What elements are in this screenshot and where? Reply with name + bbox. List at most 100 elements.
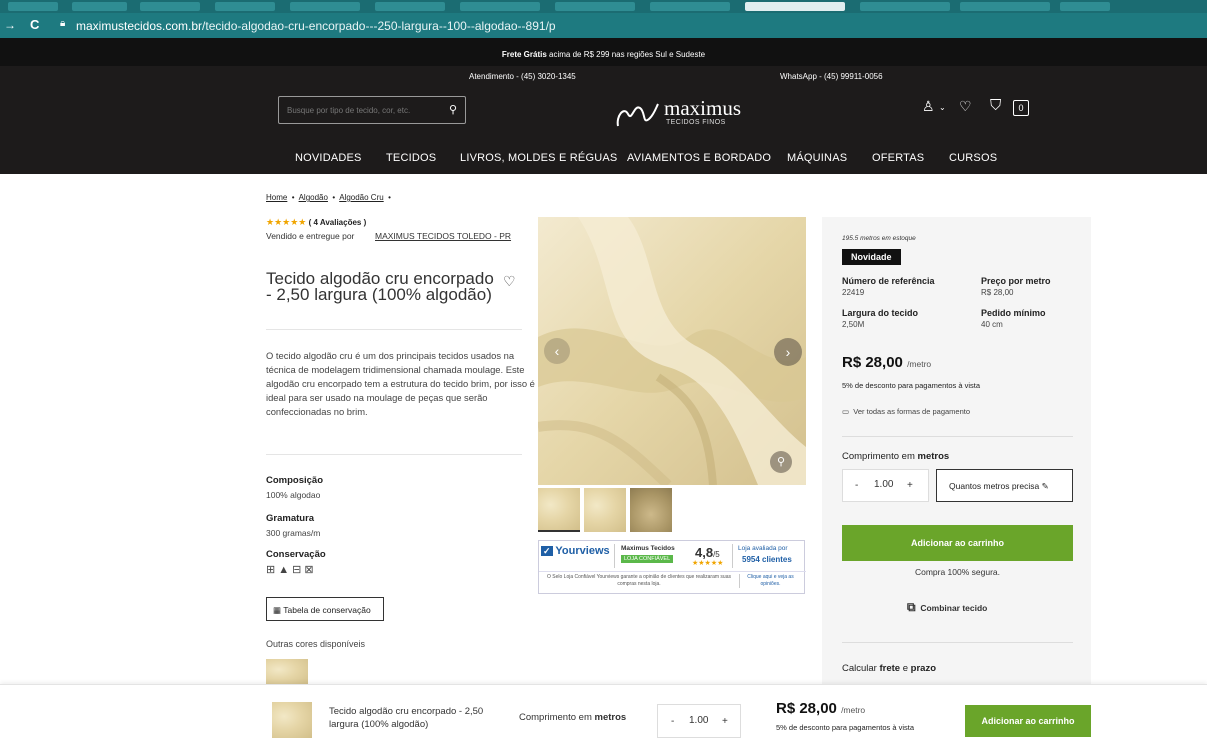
add-to-cart-button[interactable]: Adicionar ao carrinho [842, 525, 1073, 561]
new-badge: Novidade [842, 249, 901, 265]
nav-aviamentos[interactable]: AVIAMENTOS E BORDADO [627, 152, 771, 164]
whatsapp-contact[interactable]: WhatsApp - (45) 99911-0056 [780, 72, 883, 81]
search-input[interactable]: Busque por tipo de tecido, cor, etc. ⚲ [278, 96, 466, 124]
yourviews-stars-icon: ★★★★★ [692, 560, 724, 567]
yourviews-store: Maximus Tecidos [621, 545, 675, 552]
qty-minus-button[interactable]: - [855, 480, 858, 491]
ruler-icon: ✎ [1041, 481, 1049, 491]
top-info-bar: Frete Grátis acima de R$ 299 nas regiões… [0, 38, 1207, 66]
sticky-discount-text: 5% de desconto para pagamentos à vista [776, 723, 915, 732]
prev-image-button[interactable]: ‹ [544, 338, 570, 364]
sticky-product-title: Tecido algodão cru encorpado - 2,50 larg… [329, 706, 484, 730]
product-image[interactable]: ‹ › ⚲ [538, 217, 806, 485]
chevron-down-icon[interactable]: ⌄ [939, 103, 946, 112]
other-colors-label: Outras cores disponíveis [266, 639, 366, 649]
care-table-button[interactable]: ▦ Tabela de conservação [266, 597, 384, 621]
lock-icon[interactable]: 🔒︎ [60, 18, 65, 29]
search-icon[interactable]: ⚲ [449, 103, 457, 116]
combine-fabric-button[interactable]: ⧉ Combinar tecido [907, 600, 987, 615]
yourviews-seal: LOJA CONFIÁVEL [621, 555, 674, 563]
divider [842, 436, 1073, 437]
yourviews-footer-link[interactable]: Clique aqui e veja as opiniões. [739, 574, 801, 588]
thumbnail-2[interactable] [584, 488, 626, 532]
rating-count: ( 4 Avaliações ) [308, 218, 367, 227]
logo-tagline: TECIDOS FINOS [666, 119, 726, 126]
user-icon[interactable]: ♙ [922, 98, 935, 115]
price-per-label: Preço por metro [981, 276, 1051, 286]
weight-value: 300 gramas/m [266, 528, 321, 538]
qty-value[interactable]: 1.00 [874, 479, 893, 490]
nav-cursos[interactable]: CURSOS [949, 152, 997, 164]
sticky-qty-plus-button[interactable]: + [722, 716, 728, 727]
product-description: O tecido algodão cru é um dos principais… [266, 350, 535, 417]
care-table-label: Tabela de conservação [283, 605, 371, 615]
min-order-label: Pedido mínimo [981, 308, 1046, 318]
phone-contact[interactable]: Atendimento - (45) 3020-1345 [469, 72, 576, 81]
nav-tecidos[interactable]: TECIDOS [386, 152, 436, 164]
ref-label: Número de referência [842, 276, 935, 286]
care-icons: ⊞▲⊟⊠ [266, 563, 317, 576]
nav-novidades[interactable]: NOVIDADES [295, 152, 362, 164]
next-image-button[interactable]: › [774, 338, 802, 366]
breadcrumb-algodao[interactable]: Algodão [299, 193, 328, 202]
nav-maquinas[interactable]: MÁQUINAS [787, 152, 847, 164]
address-bar[interactable]: → C 🔒︎ maximustecidos.com.br/tecido-algo… [0, 14, 1207, 38]
product-title: Tecido algodão cru encorpado - 2,50 larg… [266, 269, 494, 304]
wash-icon: ⊞ [266, 564, 279, 576]
seller-link[interactable]: MAXIMUS TECIDOS TOLEDO - PR [375, 230, 520, 242]
width-value: 2,50M [842, 320, 865, 329]
url-text[interactable]: maximustecidos.com.br/tecido-algodao-cru… [76, 19, 556, 33]
sticky-buy-bar: Tecido algodão cru encorpado - 2,50 larg… [0, 684, 1207, 753]
logo[interactable]: maximus TECIDOS FINOS [614, 96, 754, 132]
forward-icon[interactable]: → [4, 18, 16, 32]
sticky-length-label: Comprimento em metros [519, 712, 627, 723]
quantity-stepper[interactable]: - 1.00 + [842, 469, 929, 502]
sticky-quantity-stepper[interactable]: - 1.00 + [657, 704, 741, 738]
yourviews-check-icon: ✓ [541, 546, 553, 556]
sticky-qty-value[interactable]: 1.00 [689, 715, 708, 726]
sticky-price: R$ 28,00 /metro [776, 700, 866, 717]
yourviews-footer-text: O Selo Loja Confiável Yourviews garante … [546, 574, 731, 587]
qty-plus-button[interactable]: + [907, 480, 913, 491]
divider [266, 454, 522, 455]
yourviews-brand: Yourviews [555, 545, 610, 557]
rating[interactable]: ★★★★★ ( 4 Avaliações ) [266, 217, 366, 228]
payment-options-link[interactable]: ▭ Ver todas as formas de pagamento [842, 407, 970, 416]
breadcrumb-algodao-cru[interactable]: Algodão Cru [339, 193, 383, 202]
sticky-add-to-cart-button[interactable]: Adicionar ao carrinho [965, 705, 1091, 737]
heart-icon[interactable]: ♡ [959, 98, 972, 115]
tab-strip[interactable] [0, 0, 1207, 13]
cart-icon[interactable]: ⛉ [990, 97, 1001, 114]
nav-ofertas[interactable]: OFERTAS [872, 152, 924, 164]
price: R$ 28,00 /metro [842, 354, 932, 371]
width-label: Largura do tecido [842, 308, 919, 318]
weight-label: Gramatura [266, 513, 315, 524]
divider [842, 642, 1073, 643]
yourviews-score: 4,8/5 [695, 545, 720, 560]
breadcrumb-home[interactable]: Home [266, 193, 287, 202]
sticky-qty-minus-button[interactable]: - [671, 716, 674, 727]
logo-name: maximus [664, 96, 741, 120]
min-order-value: 40 cm [981, 320, 1003, 329]
favorite-heart-icon[interactable]: ♡ [503, 273, 516, 290]
cart-count-badge[interactable]: 0 [1013, 100, 1029, 116]
dry-icon: ⊟ [292, 564, 305, 576]
shipping-calc-label: Calcular frete e prazo [842, 663, 937, 674]
buy-box: 195.5 metros em estoque Novidade Número … [822, 217, 1091, 687]
nav-livros[interactable]: LIVROS, MOLDES E RÉGUAS [460, 152, 617, 164]
thumbnail-3[interactable] [630, 488, 672, 532]
color-swatch[interactable] [266, 659, 308, 685]
yourviews-badge[interactable]: ✓ Yourviews Maximus Tecidos LOJA CONFIÁV… [538, 540, 806, 594]
browser-chrome: → C 🔒︎ maximustecidos.com.br/tecido-algo… [0, 0, 1207, 38]
yourviews-clients: 5954 clientes [742, 555, 792, 564]
care-label: Conservação [266, 549, 326, 560]
how-many-meters-button[interactable]: Quantos metros precisa ✎ [936, 469, 1073, 502]
secure-purchase-text: Compra 100% segura. [914, 567, 1001, 577]
sticky-product-thumbnail [272, 702, 312, 738]
no-iron-icon: ⊠ [304, 564, 317, 576]
thumbnail-1[interactable] [538, 488, 580, 532]
reload-icon[interactable]: C [30, 17, 39, 32]
free-shipping-text: acima de R$ 299 nas regiões Sul e Sudest… [549, 50, 706, 59]
zoom-icon[interactable]: ⚲ [770, 451, 792, 473]
table-icon: ▦ [273, 605, 282, 615]
